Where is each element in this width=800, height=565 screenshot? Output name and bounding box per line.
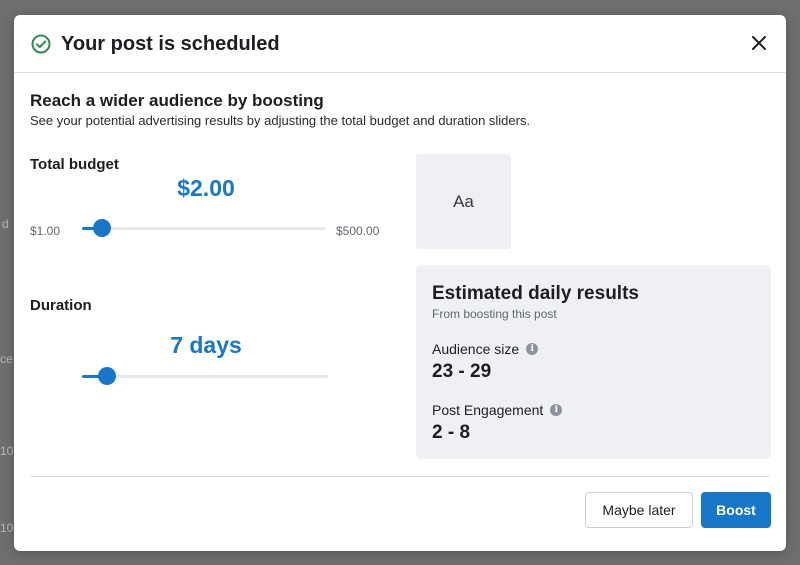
budget-max-label: $500.00 [336, 224, 380, 238]
budget-label: Total budget [30, 156, 119, 173]
results-panel: Estimated daily results From boosting th… [416, 265, 771, 459]
audience-size-label: Audience size i [432, 341, 539, 357]
close-icon[interactable] [748, 32, 770, 54]
results-title: Estimated daily results [432, 283, 639, 304]
duration-label: Duration [30, 297, 92, 314]
duration-slider-thumb[interactable] [97, 367, 116, 385]
post-engagement-label-text: Post Engagement [432, 402, 544, 418]
backdrop-fragment: 10 [0, 521, 14, 535]
info-icon[interactable]: i [550, 404, 563, 416]
info-icon[interactable]: i [526, 343, 539, 355]
budget-slider-thumb[interactable] [92, 219, 111, 237]
boost-heading: Reach a wider audience by boosting [30, 91, 324, 110]
boost-dialog: Your post is scheduled Reach a wider aud… [14, 15, 786, 551]
budget-min-label: $1.00 [30, 224, 61, 238]
backdrop-fragment: 10 [0, 444, 14, 458]
dialog-header: Your post is scheduled [14, 15, 786, 73]
post-preview: Aa [416, 154, 511, 249]
results-subtitle: From boosting this post [432, 307, 557, 321]
maybe-later-button[interactable]: Maybe later [585, 492, 693, 528]
audience-size-value: 23 - 29 [432, 361, 492, 382]
audience-size-label-text: Audience size [432, 341, 520, 357]
footer-divider [30, 476, 770, 477]
boost-button[interactable]: Boost [701, 492, 771, 528]
backdrop-fragment: ce [0, 352, 13, 366]
budget-value: $2.00 [177, 175, 235, 201]
preview-text: Aa [453, 191, 474, 211]
post-engagement-label: Post Engagement i [432, 402, 563, 418]
backdrop-fragment: d [2, 217, 9, 231]
duration-value: 7 days [170, 332, 242, 358]
dialog-title: Your post is scheduled [61, 33, 280, 55]
boost-subheading: See your potential advertising results b… [30, 113, 531, 128]
duration-slider[interactable] [82, 367, 328, 385]
check-circle-icon [31, 34, 51, 54]
budget-slider[interactable] [82, 219, 326, 237]
post-engagement-value: 2 - 8 [432, 422, 471, 443]
